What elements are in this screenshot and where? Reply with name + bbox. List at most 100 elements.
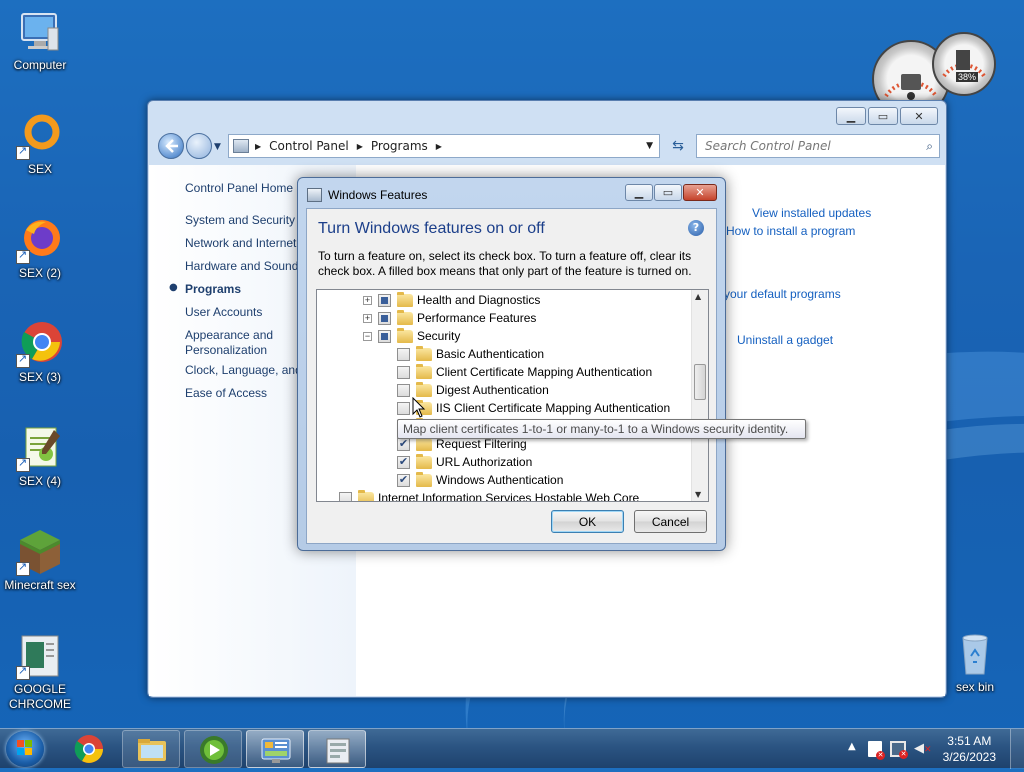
shortcut-arrow-icon xyxy=(16,144,30,160)
feature-checkbox[interactable] xyxy=(397,347,410,361)
breadcrumb-separator-icon[interactable]: ▶ xyxy=(436,142,442,151)
feature-checkbox[interactable] xyxy=(397,365,410,379)
close-button[interactable]: ✕ xyxy=(900,107,938,125)
feature-label: Internet Information Services Hostable W… xyxy=(378,491,640,502)
folder-icon xyxy=(397,327,413,343)
expand-icon[interactable]: + xyxy=(363,313,372,323)
breadcrumb-control-panel[interactable]: Control Panel xyxy=(269,139,349,153)
memory-meter-gadget[interactable]: 38% xyxy=(932,32,996,96)
feature-checkbox[interactable] xyxy=(397,383,410,397)
address-dropdown-icon[interactable]: ▼ xyxy=(646,141,653,151)
breadcrumb-separator-icon[interactable]: ▶ xyxy=(357,142,363,151)
desktop-icon-label: SEX (4) xyxy=(18,474,61,488)
desktop-icon-sex-2[interactable]: SEX (2) xyxy=(0,216,80,281)
feature-checkbox[interactable] xyxy=(378,293,391,307)
clock[interactable]: 3:51 AM 3/26/2023 xyxy=(943,733,996,765)
breadcrumb-programs[interactable]: Programs xyxy=(371,139,428,153)
folder-icon xyxy=(358,489,374,501)
sidebar-item-ease-of-access[interactable]: Ease of Access xyxy=(185,386,267,400)
desktop-icon-label: Minecraft sex xyxy=(4,578,76,592)
dialog-maximize-button[interactable]: ▭ xyxy=(654,184,682,201)
feature-checkbox[interactable] xyxy=(339,491,352,501)
feature-tree-item[interactable]: IIS Client Certificate Mapping Authentic… xyxy=(397,399,670,417)
sidebar-item-system-security[interactable]: System and Security xyxy=(185,213,295,227)
feature-checkbox[interactable]: ✔ xyxy=(397,437,410,451)
folder-icon xyxy=(397,291,413,307)
notepad-icon xyxy=(16,424,64,472)
desktop-icon-recycle-bin[interactable]: sex bin xyxy=(935,630,1015,695)
ok-button[interactable]: OK xyxy=(551,510,624,533)
show-desktop-button[interactable] xyxy=(1010,729,1024,769)
breadcrumb-separator-icon[interactable]: ▶ xyxy=(255,142,261,151)
feature-tree-item[interactable]: + Performance Features xyxy=(363,309,536,327)
feature-tree-item[interactable]: Internet Information Services Hostable W… xyxy=(339,489,640,502)
back-button[interactable] xyxy=(158,133,184,159)
feature-checkbox[interactable] xyxy=(378,311,391,325)
sidebar-item-appearance[interactable]: Appearance and Personalization xyxy=(185,328,295,358)
desktop-icon-sex-4[interactable]: SEX (4) xyxy=(0,424,80,489)
desktop-icon-computer[interactable]: Computer xyxy=(0,8,80,73)
dialog-minimize-button[interactable]: ▁ xyxy=(625,184,653,201)
scroll-down-icon[interactable]: ▼ xyxy=(695,490,701,499)
control-panel-home-link[interactable]: Control Panel Home xyxy=(185,181,293,195)
desktop-icon-label: SEX (2) xyxy=(18,266,61,280)
start-button[interactable] xyxy=(6,731,44,767)
feature-checkbox[interactable] xyxy=(378,329,391,343)
show-hidden-icons-button[interactable]: ▲ xyxy=(848,741,856,752)
expand-icon[interactable]: + xyxy=(363,295,372,305)
cancel-button[interactable]: Cancel xyxy=(634,510,707,533)
view-installed-updates-link[interactable]: View installed updates xyxy=(752,206,871,220)
volume-muted-icon[interactable]: ◀✕ xyxy=(914,741,932,756)
taskbar-explorer-button[interactable] xyxy=(122,730,180,768)
address-bar[interactable]: ▶ Control Panel ▶ Programs ▶ ▼ xyxy=(228,134,660,158)
action-center-icon[interactable]: ✕ xyxy=(868,741,885,760)
how-to-install-link[interactable]: How to install a program xyxy=(726,224,855,238)
dialog-close-button[interactable]: ✕ xyxy=(683,184,717,201)
desktop-icon-sex-3[interactable]: SEX (3) xyxy=(0,320,80,385)
feature-tree-item[interactable]: − Security xyxy=(363,327,460,345)
scroll-up-icon[interactable]: ▲ xyxy=(695,292,701,301)
collapse-icon[interactable]: − xyxy=(363,331,372,341)
features-tree[interactable]: + Health and Diagnostics + Performance Feat… xyxy=(316,289,709,502)
maximize-button[interactable]: ▭ xyxy=(868,107,898,125)
windows-features-icon xyxy=(307,188,322,202)
desktop-icon-google-chrcome[interactable]: GOOGLE CHRCOME xyxy=(0,632,80,712)
feature-label: Windows Authentication xyxy=(436,473,564,487)
feature-tree-item[interactable]: Basic Authentication xyxy=(397,345,544,363)
feature-tree-item[interactable]: Client Certificate Mapping Authenticatio… xyxy=(397,363,652,381)
search-placeholder: Search Control Panel xyxy=(705,139,831,153)
forward-button[interactable] xyxy=(186,133,212,159)
search-icon[interactable]: ⌕ xyxy=(926,139,933,154)
feature-checkbox[interactable] xyxy=(397,401,410,415)
desktop-icon-sex[interactable]: SEX xyxy=(0,112,80,177)
feature-checkbox[interactable]: ✔ xyxy=(397,455,410,469)
sidebar-item-user-accounts[interactable]: User Accounts xyxy=(185,305,262,319)
taskbar-control-panel-button[interactable] xyxy=(246,730,304,768)
windows-features-dialog[interactable]: Windows Features ▁ ▭ ✕ Turn Windows feat… xyxy=(297,177,726,551)
feature-tree-item[interactable]: + Health and Diagnostics xyxy=(363,291,540,309)
minimize-button[interactable]: ▁ xyxy=(836,107,866,125)
history-dropdown-icon[interactable]: ▼ xyxy=(214,142,221,152)
feature-tree-item[interactable]: ✔ Windows Authentication xyxy=(397,471,563,489)
feature-checkbox[interactable]: ✔ xyxy=(397,473,410,487)
taskbar-features-button[interactable] xyxy=(308,730,366,768)
tree-vertical-scrollbar[interactable]: ▲ ▼ xyxy=(691,290,708,501)
taskbar-media-button[interactable] xyxy=(184,730,242,768)
dialog-title: Windows Features xyxy=(328,188,428,202)
desktop-icon-minecraft[interactable]: Minecraft sex xyxy=(0,528,80,593)
folder-icon xyxy=(397,309,413,325)
help-icon[interactable]: ? xyxy=(688,220,704,236)
search-input[interactable]: Search Control Panel ⌕ xyxy=(696,134,940,158)
sidebar-item-programs[interactable]: Programs xyxy=(185,282,241,296)
desktop-icon-label: GOOGLE CHRCOME xyxy=(9,682,71,711)
memory-percent-label: 38% xyxy=(956,72,979,82)
taskbar: ▲ ✕ ✕ ◀✕ 3:51 AM 3/26/2023 xyxy=(0,728,1024,769)
feature-label: Request Filtering xyxy=(436,437,527,451)
scroll-thumb[interactable] xyxy=(694,364,706,400)
uninstall-gadget-link[interactable]: Uninstall a gadget xyxy=(737,333,833,347)
taskbar-chrome-button[interactable] xyxy=(60,730,118,768)
network-icon[interactable]: ✕ xyxy=(890,741,908,759)
feature-tree-item[interactable]: ✔ URL Authorization xyxy=(397,453,532,471)
default-programs-link[interactable]: your default programs xyxy=(724,287,841,301)
refresh-button[interactable]: ⇆ xyxy=(664,134,692,158)
